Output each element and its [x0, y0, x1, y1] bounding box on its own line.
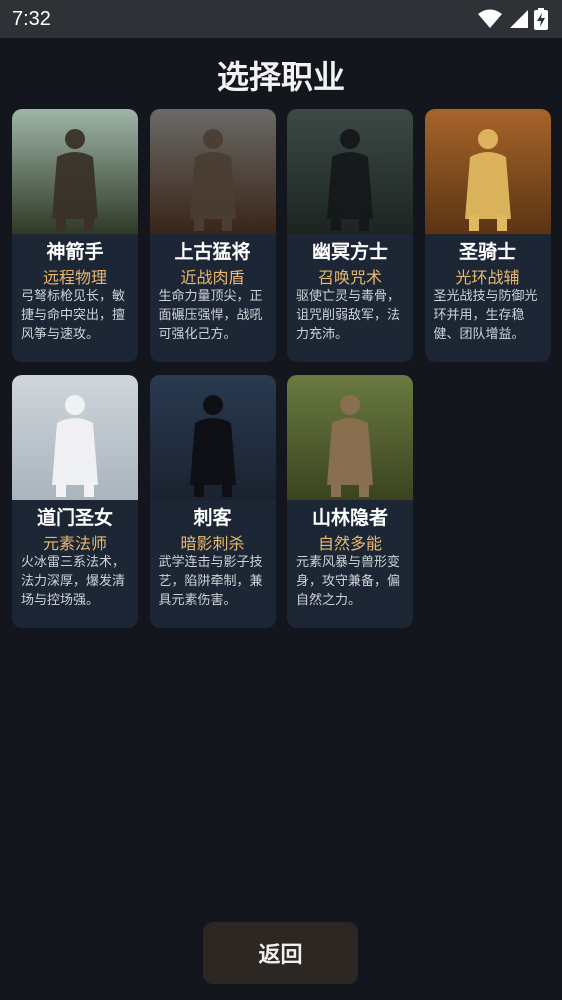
class-name: 刺客 — [193, 507, 232, 529]
class-name: 圣骑士 — [458, 241, 516, 263]
warrior-portrait — [149, 109, 276, 234]
class-description: 元素风暴与兽形变身，攻守兼备，偏自然之力。 — [296, 555, 401, 608]
status-bar: 7:32 — [0, 0, 562, 38]
status-icons — [478, 8, 548, 30]
class-name: 神箭手 — [46, 241, 104, 263]
class-name: 道门圣女 — [36, 507, 113, 529]
class-description: 驱使亡灵与毒骨，诅咒削弱敌军，法力充沛。 — [296, 289, 401, 342]
class-description: 武学连击与影子技艺，陷阱牵制，兼具元素伤害。 — [158, 555, 263, 608]
class-card[interactable]: 刺客暗影刺杀武学连击与影子技艺，陷阱牵制，兼具元素伤害。 — [149, 375, 276, 628]
page-title: 选择职业 — [216, 58, 345, 96]
class-role: 近战肉盾 — [180, 268, 245, 287]
class-role: 自然多能 — [317, 534, 382, 553]
class-name: 山林隐者 — [311, 507, 388, 529]
priestess-portrait — [12, 375, 138, 500]
class-role: 元素法师 — [42, 534, 107, 553]
hermit-portrait — [287, 375, 413, 500]
class-role: 召唤咒术 — [317, 268, 382, 287]
necromancer-portrait — [287, 109, 413, 234]
class-card[interactable]: 幽冥方士召唤咒术驱使亡灵与毒骨，诅咒削弱敌军，法力充沛。 — [287, 109, 413, 362]
archer-portrait — [12, 109, 138, 234]
class-description: 圣光战技与防御光环并用，生存稳健、团队增益。 — [433, 289, 538, 342]
class-description: 生命力量顶尖，正面碾压强悍，战吼可强化己方。 — [158, 289, 263, 342]
status-time: 7:32 — [12, 7, 51, 30]
class-description: 火冰雷三系法术，法力深厚，爆发清场与控场强。 — [21, 555, 126, 608]
back-button[interactable]: 返回 — [203, 922, 358, 984]
paladin-portrait — [424, 109, 551, 234]
class-role: 暗影刺杀 — [180, 534, 245, 553]
class-role: 远程物理 — [42, 268, 107, 287]
class-name: 幽冥方士 — [311, 241, 388, 263]
wifi-icon — [478, 9, 502, 28]
class-role: 光环战辅 — [455, 268, 520, 287]
class-card[interactable]: 上古猛将近战肉盾生命力量顶尖，正面碾压强悍，战吼可强化己方。 — [149, 109, 276, 362]
class-card[interactable]: 神箭手远程物理弓弩标枪见长，敏捷与命中突出，擅风筝与速攻。 — [12, 109, 138, 362]
class-card[interactable]: 山林隐者自然多能元素风暴与兽形变身，攻守兼备，偏自然之力。 — [287, 375, 413, 628]
assassin-portrait — [149, 375, 276, 500]
cellular-signal-icon — [510, 10, 528, 28]
class-name: 上古猛将 — [174, 241, 251, 263]
class-card[interactable]: 道门圣女元素法师火冰雷三系法术，法力深厚，爆发清场与控场强。 — [12, 375, 138, 628]
battery-charging-icon — [534, 8, 548, 30]
class-description: 弓弩标枪见长，敏捷与命中突出，擅风筝与速攻。 — [21, 289, 126, 342]
class-card[interactable]: 圣骑士光环战辅圣光战技与防御光环并用，生存稳健、团队增益。 — [424, 109, 551, 362]
